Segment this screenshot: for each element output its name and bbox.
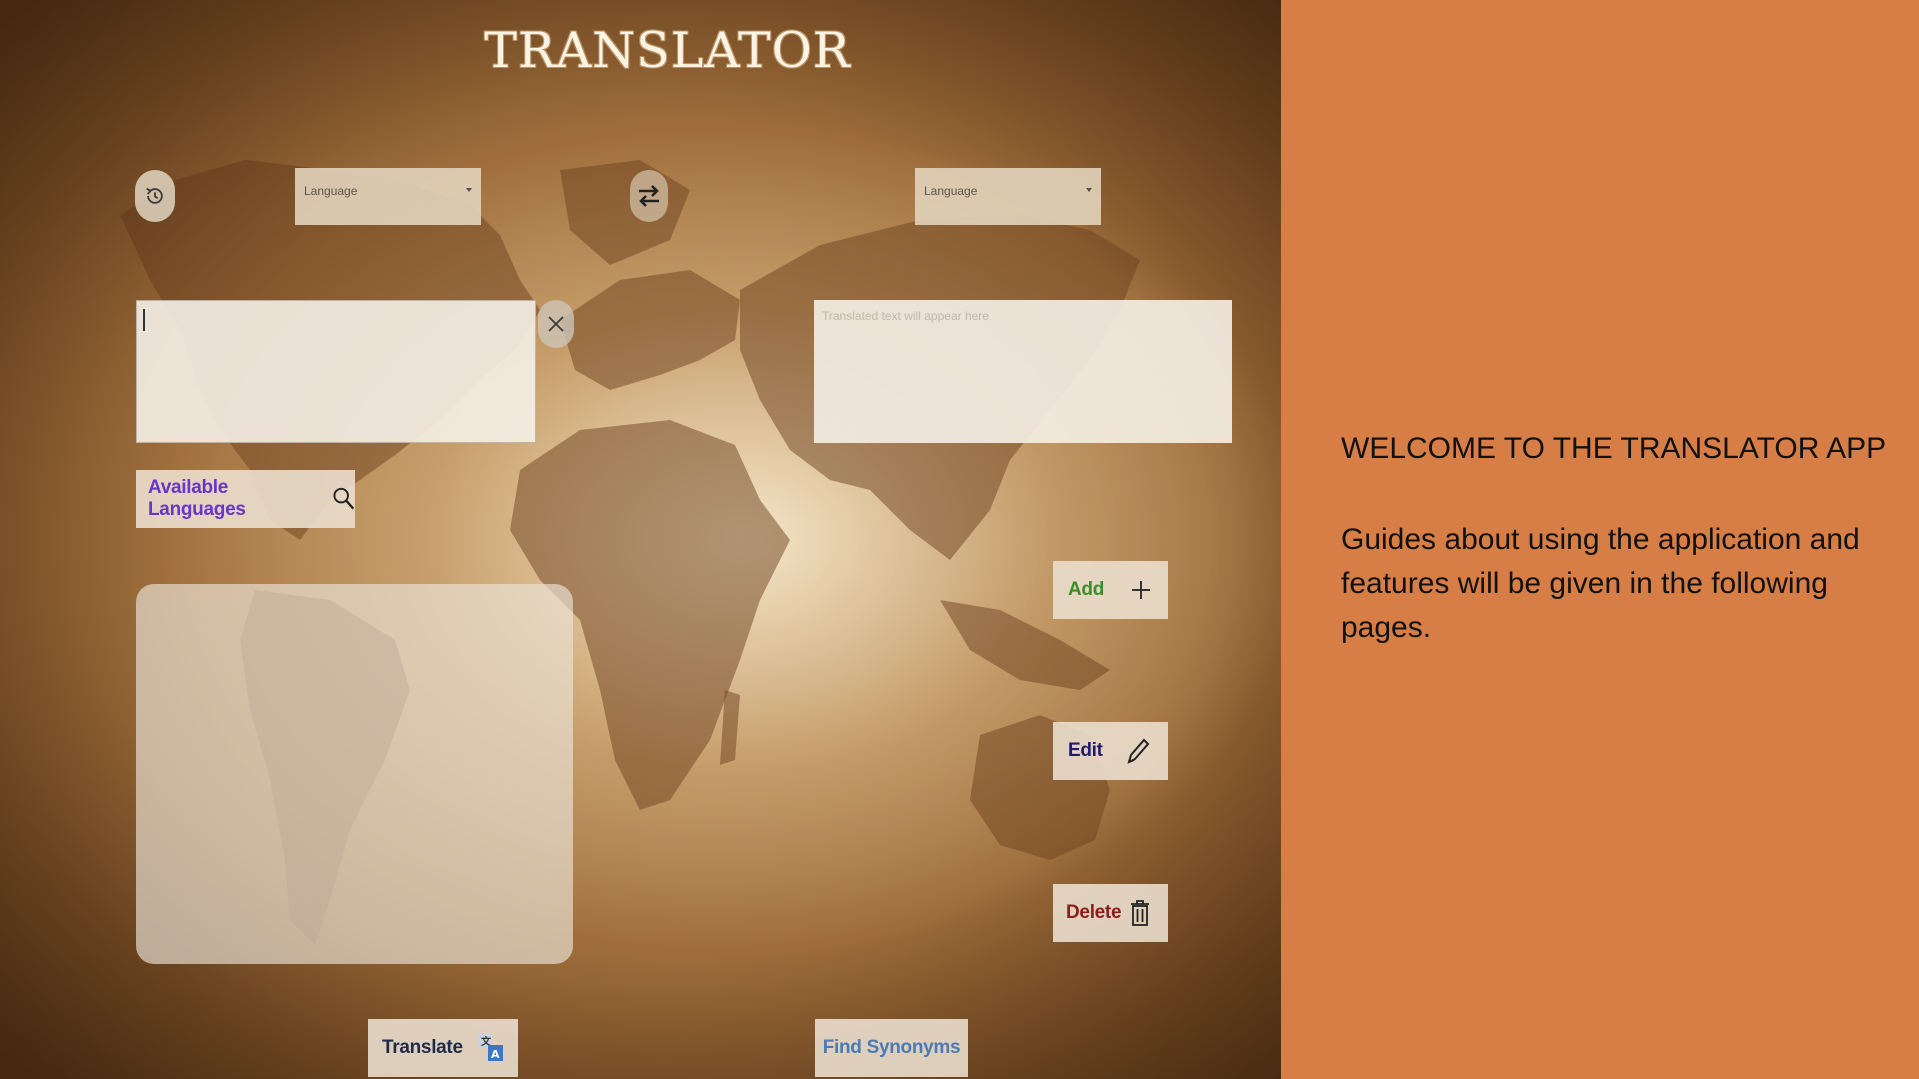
welcome-body: Guides about using the application and f… (1341, 523, 1860, 644)
plus-icon (1132, 581, 1151, 599)
target-language-select[interactable]: Language (915, 168, 1101, 225)
close-icon (548, 316, 564, 332)
swap-arrows-icon (639, 185, 659, 207)
delete-button[interactable]: Delete (1053, 884, 1168, 942)
svg-text:A: A (491, 1048, 500, 1061)
source-language-value: Language (304, 184, 358, 198)
add-button[interactable]: Add (1053, 561, 1168, 619)
edit-button[interactable]: Edit (1053, 722, 1168, 780)
translator-app-window: TRANSLATOR Language Language Translated … (0, 0, 1281, 1079)
edit-label: Edit (1068, 740, 1103, 761)
translated-text-placeholder: Translated text will appear here (822, 309, 989, 323)
swap-languages-button[interactable] (630, 170, 668, 222)
source-text-input[interactable] (136, 300, 536, 443)
find-synonyms-label: Find Synonyms (822, 1037, 961, 1058)
translate-label: Translate (382, 1037, 463, 1058)
available-languages-button[interactable]: Available Languages (136, 470, 355, 528)
available-languages-label: Available Languages (148, 477, 246, 520)
words-list-panel[interactable] (136, 584, 573, 964)
search-icon (333, 487, 354, 510)
history-button[interactable] (135, 170, 175, 222)
app-title: TRANSLATOR (484, 22, 851, 79)
chevron-down-icon (1086, 188, 1092, 192)
translated-text-output[interactable]: Translated text will appear here (814, 300, 1232, 443)
translate-icon: 文 A (477, 1034, 503, 1061)
target-language-value: Language (924, 184, 978, 198)
translate-button[interactable]: Translate 文 A (368, 1019, 518, 1077)
find-synonyms-button[interactable]: Find Synonyms (815, 1019, 968, 1077)
delete-label: Delete (1066, 902, 1122, 923)
text-cursor (143, 309, 145, 331)
chevron-down-icon (466, 188, 472, 192)
welcome-heading: WELCOME TO THE TRANSLATOR APP (1341, 432, 1887, 465)
clear-input-button[interactable] (538, 300, 574, 348)
add-label: Add (1068, 579, 1105, 600)
trash-icon (1131, 900, 1150, 926)
pencil-icon (1127, 738, 1150, 764)
history-icon (146, 187, 163, 204)
source-language-select[interactable]: Language (295, 168, 481, 225)
